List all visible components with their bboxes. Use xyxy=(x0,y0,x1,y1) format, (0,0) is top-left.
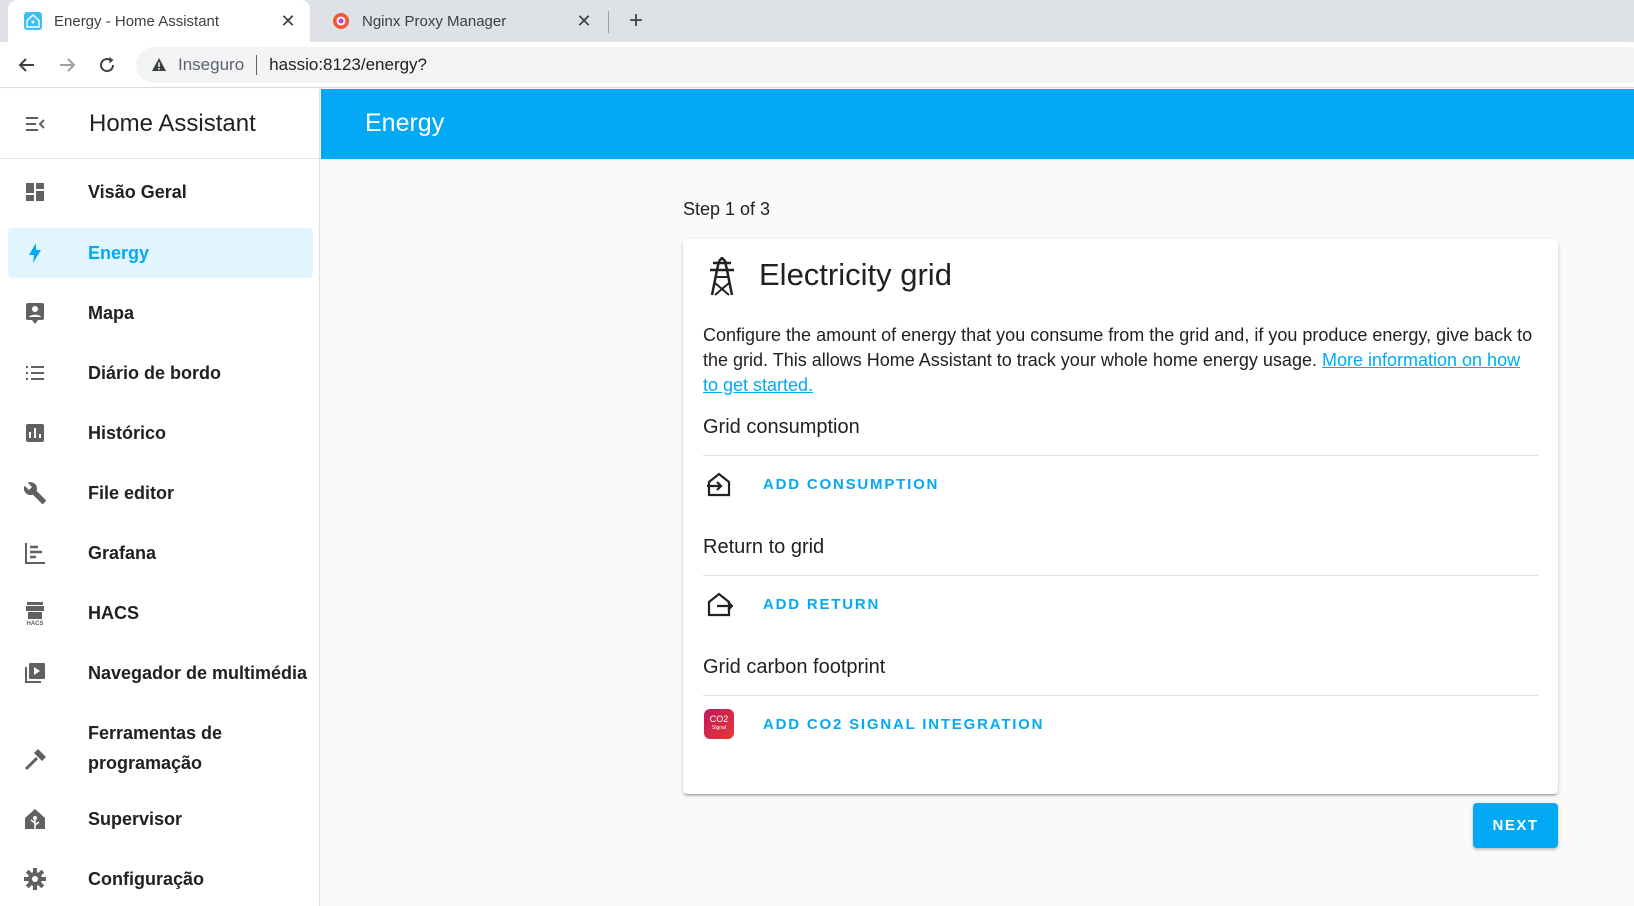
sidebar-item-label: Grafana xyxy=(88,543,157,563)
browser-tab-nginx[interactable]: Nginx Proxy Manager ✕ xyxy=(316,0,606,42)
app-header: Energy xyxy=(321,89,1634,159)
transmission-tower-export-icon xyxy=(703,588,735,620)
address-divider xyxy=(256,55,258,75)
svg-text:HACS: HACS xyxy=(26,621,43,626)
step-indicator: Step 1 of 3 xyxy=(683,199,771,219)
sidebar-item-historico[interactable]: Histórico xyxy=(8,408,313,458)
lightning-bolt-icon xyxy=(21,239,49,267)
new-tab-icon[interactable]: + xyxy=(622,7,650,35)
add-return-row[interactable]: ADD RETURN xyxy=(703,587,880,621)
sidebar: Home Assistant Visão Geral Energy Mapa D… xyxy=(0,89,320,906)
section-return-to-grid-title: Return to grid xyxy=(703,536,825,558)
sidebar-header: Home Assistant xyxy=(0,89,319,159)
sidebar-item-label: Mapa xyxy=(88,303,135,323)
sidebar-item-label: File editor xyxy=(88,483,175,503)
co2-logo-subtext: Signal xyxy=(712,725,726,731)
card-title: Electricity grid xyxy=(759,257,952,292)
transmission-tower-import-icon xyxy=(703,468,735,500)
browser-toolbar: Inseguro hassio:8123/energy? xyxy=(0,42,1634,88)
sidebar-item-label: Ferramentas de programação xyxy=(88,723,223,773)
security-label[interactable]: Inseguro xyxy=(178,55,244,75)
home-assistant-icon xyxy=(21,805,49,833)
sidebar-title: Home Assistant xyxy=(89,109,256,137)
section-carbon-footprint-title: Grid carbon footprint xyxy=(703,656,886,678)
add-co2-signal-button[interactable]: ADD CO2 SIGNAL INTEGRATION xyxy=(763,716,1044,733)
tab-title: Energy - Home Assistant xyxy=(54,12,220,30)
menu-collapse-icon[interactable] xyxy=(17,106,53,142)
forward-arrow-icon[interactable] xyxy=(52,50,82,80)
map-account-icon xyxy=(21,299,49,327)
wrench-icon xyxy=(21,479,49,507)
tab-title: Nginx Proxy Manager xyxy=(362,12,507,30)
sidebar-item-label: Histórico xyxy=(88,423,167,443)
dashboard-icon xyxy=(21,178,49,206)
url-text[interactable]: hassio:8123/energy? xyxy=(269,55,427,75)
sidebar-item-configuracao[interactable]: Configuração xyxy=(8,854,313,904)
sidebar-item-energy[interactable]: Energy xyxy=(8,228,313,278)
sidebar-item-label: Supervisor xyxy=(88,809,183,829)
section-grid-consumption-title: Grid consumption xyxy=(703,416,860,438)
address-bar[interactable]: Inseguro hassio:8123/energy? xyxy=(136,47,1634,83)
cog-icon xyxy=(21,865,49,893)
electricity-grid-card: Electricity grid Configure the amount of… xyxy=(683,239,1558,794)
add-consumption-row[interactable]: ADD CONSUMPTION xyxy=(703,467,939,501)
chart-box-icon xyxy=(21,419,49,447)
sidebar-item-label: Configuração xyxy=(88,869,205,889)
sidebar-item-mapa[interactable]: Mapa xyxy=(8,288,313,338)
card-description: Configure the amount of energy that you … xyxy=(703,323,1533,398)
add-return-button[interactable]: ADD RETURN xyxy=(763,596,880,613)
sidebar-item-label: HACS xyxy=(88,603,140,623)
home-assistant-favicon xyxy=(24,12,42,30)
co2-signal-logo: CO2 Signal xyxy=(703,708,735,740)
sidebar-item-label: Diário de bordo xyxy=(88,363,222,383)
transmission-tower-icon xyxy=(705,256,739,297)
sidebar-item-label: Navegador de multimédia xyxy=(88,663,308,683)
add-consumption-button[interactable]: ADD CONSUMPTION xyxy=(763,476,939,493)
sidebar-item-ferramentas[interactable]: Ferramentas de programação xyxy=(8,708,313,788)
nginx-proxy-manager-favicon xyxy=(332,12,350,30)
sidebar-item-hacs[interactable]: HACS HACS xyxy=(8,588,313,638)
section-divider xyxy=(703,455,1538,456)
back-arrow-icon[interactable] xyxy=(12,50,42,80)
chart-timeline-icon xyxy=(21,539,49,567)
warning-triangle-icon[interactable] xyxy=(150,56,168,74)
co2-logo-text: CO2 xyxy=(709,714,729,724)
close-tab-icon[interactable]: ✕ xyxy=(276,9,300,33)
page-title: Energy xyxy=(365,109,445,137)
browser-tab-strip: Energy - Home Assistant ✕ Nginx Proxy Ma… xyxy=(0,0,1634,42)
sidebar-item-navegador-multimedia[interactable]: Navegador de multimédia xyxy=(8,648,313,698)
play-box-multiple-icon xyxy=(21,659,49,687)
sidebar-item-diario-de-bordo[interactable]: Diário de bordo xyxy=(8,348,313,398)
sidebar-item-supervisor[interactable]: Supervisor xyxy=(8,794,313,844)
sidebar-item-label: Energy xyxy=(88,243,150,263)
reload-icon[interactable] xyxy=(92,50,122,80)
section-divider xyxy=(703,695,1538,696)
add-co2-row[interactable]: CO2 Signal ADD CO2 SIGNAL INTEGRATION xyxy=(703,707,1044,741)
sidebar-item-label: Visão Geral xyxy=(88,182,187,202)
close-tab-icon[interactable]: ✕ xyxy=(572,9,596,33)
sidebar-item-grafana[interactable]: Grafana xyxy=(8,528,313,578)
format-list-icon xyxy=(21,359,49,387)
sidebar-item-visao-geral[interactable]: Visão Geral xyxy=(8,167,313,217)
sidebar-item-file-editor[interactable]: File editor xyxy=(8,468,313,518)
next-button[interactable]: NEXT xyxy=(1473,803,1558,848)
tab-separator xyxy=(608,11,609,33)
hacs-store-icon: HACS xyxy=(21,599,49,627)
hammer-icon xyxy=(21,746,49,774)
browser-tab-energy[interactable]: Energy - Home Assistant ✕ xyxy=(8,0,310,42)
section-divider xyxy=(703,575,1538,576)
